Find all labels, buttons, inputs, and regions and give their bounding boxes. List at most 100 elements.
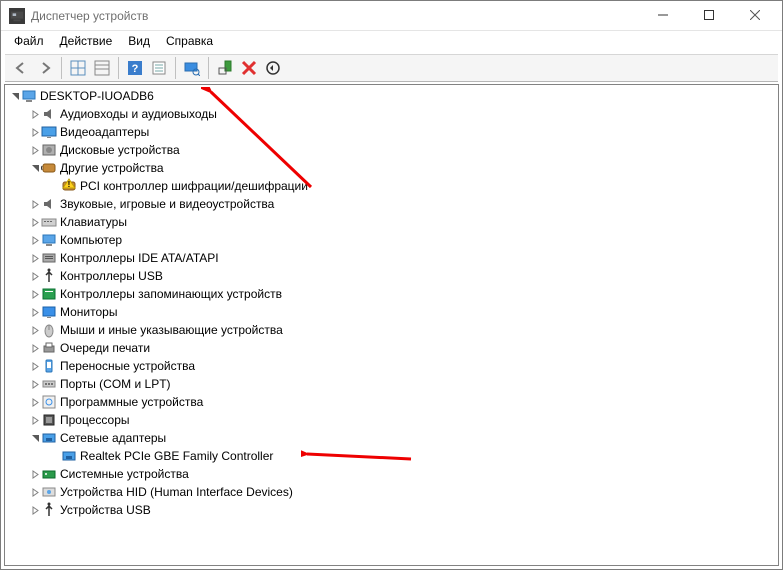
tree-category[interactable]: Системные устройства — [5, 465, 778, 483]
forward-button[interactable] — [33, 56, 57, 80]
uninstall-icon[interactable] — [237, 56, 261, 80]
menu-view[interactable]: Вид — [121, 34, 157, 48]
storage-icon — [41, 286, 57, 302]
scan-hardware-icon[interactable] — [180, 56, 204, 80]
computer-icon — [41, 232, 57, 248]
chevron-right-icon[interactable] — [29, 110, 41, 119]
menu-action[interactable]: Действие — [53, 34, 120, 48]
device-label: Realtek PCIe GBE Family Controller — [80, 449, 273, 463]
update-driver-icon[interactable] — [213, 56, 237, 80]
chevron-down-icon[interactable] — [9, 92, 21, 101]
toolbar-separator — [208, 57, 209, 79]
audio-icon — [41, 106, 57, 122]
usb-icon — [41, 502, 57, 518]
chevron-right-icon[interactable] — [29, 290, 41, 299]
tree-category[interactable]: Сетевые адаптеры — [5, 429, 778, 447]
tree-category[interactable]: Устройства USB — [5, 501, 778, 519]
tree-category[interactable]: Процессоры — [5, 411, 778, 429]
maximize-button[interactable] — [686, 1, 732, 29]
view-grid-icon[interactable] — [66, 56, 90, 80]
chevron-right-icon[interactable] — [29, 470, 41, 479]
tree-root[interactable]: DESKTOP-IUOADB6 — [5, 87, 778, 105]
tree-category[interactable]: Контроллеры USB — [5, 267, 778, 285]
chevron-right-icon[interactable] — [29, 272, 41, 281]
chevron-right-icon[interactable] — [29, 326, 41, 335]
category-label: Контроллеры USB — [60, 269, 163, 283]
category-label: Мыши и иные указывающие устройства — [60, 323, 283, 337]
chevron-right-icon[interactable] — [29, 218, 41, 227]
tree-category[interactable]: Устройства HID (Human Interface Devices) — [5, 483, 778, 501]
chevron-right-icon[interactable] — [29, 380, 41, 389]
tree-category[interactable]: Очереди печати — [5, 339, 778, 357]
toolbar-separator — [118, 57, 119, 79]
category-label: Очереди печати — [60, 341, 150, 355]
minimize-button[interactable] — [640, 1, 686, 29]
tree-category[interactable]: Порты (COM и LPT) — [5, 375, 778, 393]
tree-category[interactable]: Контроллеры запоминающих устройств — [5, 285, 778, 303]
computer-icon — [21, 88, 37, 104]
chevron-down-icon[interactable] — [29, 434, 41, 443]
tree-category[interactable]: Клавиатуры — [5, 213, 778, 231]
chevron-right-icon[interactable] — [29, 344, 41, 353]
category-label: Клавиатуры — [60, 215, 127, 229]
category-label: Мониторы — [60, 305, 117, 319]
close-button[interactable] — [732, 1, 778, 29]
chevron-right-icon[interactable] — [29, 236, 41, 245]
tree-category[interactable]: Видеоадаптеры — [5, 123, 778, 141]
chevron-right-icon[interactable] — [29, 200, 41, 209]
category-label: Видеоадаптеры — [60, 125, 149, 139]
toolbar-separator — [61, 57, 62, 79]
disable-icon[interactable] — [261, 56, 285, 80]
category-label: Другие устройства — [60, 161, 164, 175]
soft-icon — [41, 394, 57, 410]
tree-device[interactable]: !PCI контроллер шифрации/дешифрации — [5, 177, 778, 195]
chevron-right-icon[interactable] — [29, 254, 41, 263]
hid-icon — [41, 484, 57, 500]
titlebar: Диспетчер устройств — [1, 1, 782, 31]
chevron-right-icon[interactable] — [29, 416, 41, 425]
tree-category[interactable]: Аудиовходы и аудиовыходы — [5, 105, 778, 123]
tree-category[interactable]: Компьютер — [5, 231, 778, 249]
tree-category[interactable]: Другие устройства — [5, 159, 778, 177]
back-button[interactable] — [9, 56, 33, 80]
mouse-icon — [41, 322, 57, 338]
other-icon — [41, 160, 57, 176]
root-label: DESKTOP-IUOADB6 — [40, 89, 154, 103]
category-label: Контроллеры запоминающих устройств — [60, 287, 282, 301]
chevron-right-icon[interactable] — [29, 488, 41, 497]
chevron-right-icon[interactable] — [29, 362, 41, 371]
menu-help[interactable]: Справка — [159, 34, 220, 48]
tree-category[interactable]: Программные устройства — [5, 393, 778, 411]
category-label: Системные устройства — [60, 467, 189, 481]
chevron-right-icon[interactable] — [29, 146, 41, 155]
keyboard-icon — [41, 214, 57, 230]
tree-category[interactable]: Дисковые устройства — [5, 141, 778, 159]
chevron-right-icon[interactable] — [29, 506, 41, 515]
chevron-right-icon[interactable] — [29, 128, 41, 137]
app-icon — [9, 8, 25, 24]
tree-category[interactable]: Мыши и иные указывающие устройства — [5, 321, 778, 339]
chevron-right-icon[interactable] — [29, 308, 41, 317]
tree-category[interactable]: Переносные устройства — [5, 357, 778, 375]
monitor-icon — [41, 304, 57, 320]
category-label: Сетевые адаптеры — [60, 431, 166, 445]
network-icon — [61, 448, 77, 464]
display-icon — [41, 124, 57, 140]
menubar: Файл Действие Вид Справка — [1, 31, 782, 51]
window-title: Диспетчер устройств — [31, 9, 640, 23]
tree-category[interactable]: Мониторы — [5, 303, 778, 321]
device-tree[interactable]: DESKTOP-IUOADB6 Аудиовходы и аудиовыходы В… — [4, 84, 779, 566]
cpu-icon — [41, 412, 57, 428]
chevron-down-icon[interactable] — [29, 164, 41, 173]
properties-icon[interactable] — [147, 56, 171, 80]
chevron-right-icon[interactable] — [29, 398, 41, 407]
menu-file[interactable]: Файл — [7, 34, 51, 48]
view-list-icon[interactable] — [90, 56, 114, 80]
help-icon[interactable]: ? — [123, 56, 147, 80]
tree-category[interactable]: Контроллеры IDE ATA/ATAPI — [5, 249, 778, 267]
tree-device[interactable]: Realtek PCIe GBE Family Controller — [5, 447, 778, 465]
audio-icon — [41, 196, 57, 212]
printer-icon — [41, 340, 57, 356]
tree-category[interactable]: Звуковые, игровые и видеоустройства — [5, 195, 778, 213]
portable-icon — [41, 358, 57, 374]
